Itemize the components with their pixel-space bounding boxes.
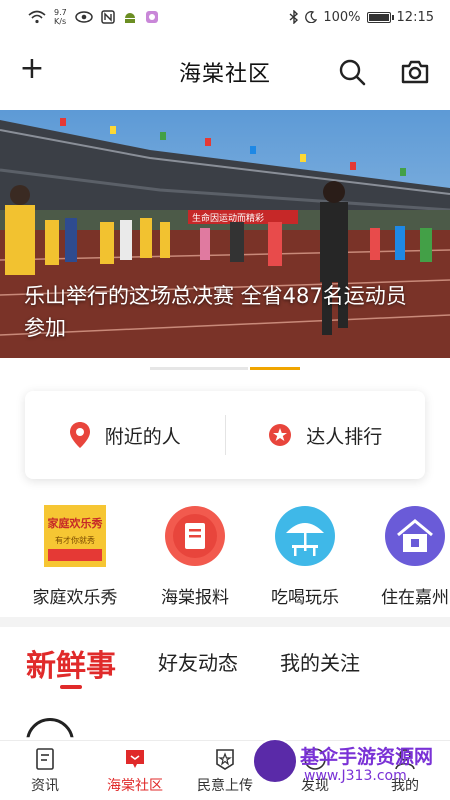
feed-tabs: 新鲜事 好友动态 我的关注: [0, 627, 450, 707]
status-left: 9.7 K/s: [28, 8, 159, 26]
expert-ranking-label: 达人排行: [306, 425, 383, 448]
page-title: 海棠社区: [178, 62, 271, 87]
status-right: 100% 12:15: [289, 10, 434, 25]
clock: 12:15: [396, 9, 434, 25]
carousel-indicator-active: [250, 367, 300, 370]
carousel-indicator: [150, 367, 248, 370]
category-report[interactable]: 海棠报料: [140, 505, 250, 608]
category-food-fun[interactable]: 吃喝玩乐: [250, 505, 360, 608]
app-notification-icon: [145, 11, 158, 23]
eye-icon: [74, 11, 93, 23]
speed-unit: K/s: [54, 17, 67, 26]
tab-fresh[interactable]: 新鲜事: [26, 641, 116, 685]
family-show-icon: 家庭欢乐秀 有才你就秀: [44, 505, 106, 567]
moon-icon: [305, 11, 318, 23]
search-icon[interactable]: [338, 58, 366, 86]
category-label: 海棠报料: [161, 588, 229, 608]
category-family-show[interactable]: 家庭欢乐秀 有才你就秀 家庭欢乐秀: [20, 505, 130, 608]
nearby-people-button[interactable]: 附近的人: [25, 421, 225, 449]
category-label: 吃喝玩乐: [271, 588, 339, 608]
umbrella-table-icon: [275, 506, 335, 566]
nav-news[interactable]: 资讯: [0, 741, 90, 800]
category-row: 家庭欢乐秀 有才你就秀 家庭欢乐秀 海棠报料 吃喝玩乐 住在嘉州: [0, 505, 450, 615]
speed-value: 9.7: [54, 8, 67, 17]
nfc-icon: [100, 10, 115, 24]
watermark-logo: [252, 738, 298, 784]
banner-caption: 乐山举行的这场总决赛 全省487名运动员参加: [24, 284, 407, 340]
news-icon: [36, 747, 54, 770]
section-divider: [0, 617, 450, 627]
status-bar: 9.7 K/s 100% 12:15: [0, 0, 450, 34]
report-icon: [165, 506, 225, 566]
nav-label: 资讯: [31, 777, 59, 794]
expert-ranking-button[interactable]: 达人排行: [226, 422, 426, 449]
house-icon: [385, 506, 445, 566]
hero-banner[interactable]: 生命因运动而精彩 乐山举行的这场总决赛 全省487名运动员参加: [0, 110, 450, 358]
wifi-icon: [28, 10, 46, 24]
nav-label: 民意上传: [197, 777, 253, 794]
nav-community[interactable]: 海棠社区: [90, 741, 180, 800]
active-tab-indicator: [60, 685, 82, 689]
plus-icon[interactable]: +: [18, 54, 46, 84]
nearby-people-label: 附近的人: [104, 425, 181, 448]
watermark-title: 基伞手游资源网: [300, 746, 434, 768]
tab-following[interactable]: 我的关注: [280, 647, 360, 676]
category-living[interactable]: 住在嘉州: [360, 505, 450, 608]
battery-fill: [368, 13, 389, 21]
family-show-image-title: 家庭欢乐秀: [48, 516, 103, 530]
location-pin-icon: [69, 422, 90, 448]
watermark: 基伞手游资源网 www.J313.com: [252, 738, 448, 796]
category-label: 住在嘉州: [381, 588, 449, 608]
category-label: 家庭欢乐秀: [32, 588, 118, 608]
banner-sign-text: 生命因运动而精彩: [192, 212, 264, 224]
family-show-image-subtitle: 有才你就秀: [55, 535, 95, 545]
camera-icon[interactable]: [400, 58, 430, 86]
nav-label: 海棠社区: [107, 777, 163, 794]
quick-links-card: 附近的人 达人排行: [25, 391, 425, 479]
android-icon: [124, 13, 135, 23]
tab-friends[interactable]: 好友动态: [158, 647, 238, 676]
watermark-url: www.J313.com: [304, 768, 407, 784]
community-icon: [126, 749, 144, 768]
app-header: + 海棠社区: [0, 34, 450, 110]
battery-icon: [366, 11, 394, 23]
network-speed: 9.7 K/s: [54, 8, 67, 26]
upload-badge-icon: [216, 748, 234, 770]
battery-percent: 100%: [323, 9, 361, 25]
star-badge-icon: [269, 424, 292, 446]
bluetooth-icon: [289, 10, 299, 24]
